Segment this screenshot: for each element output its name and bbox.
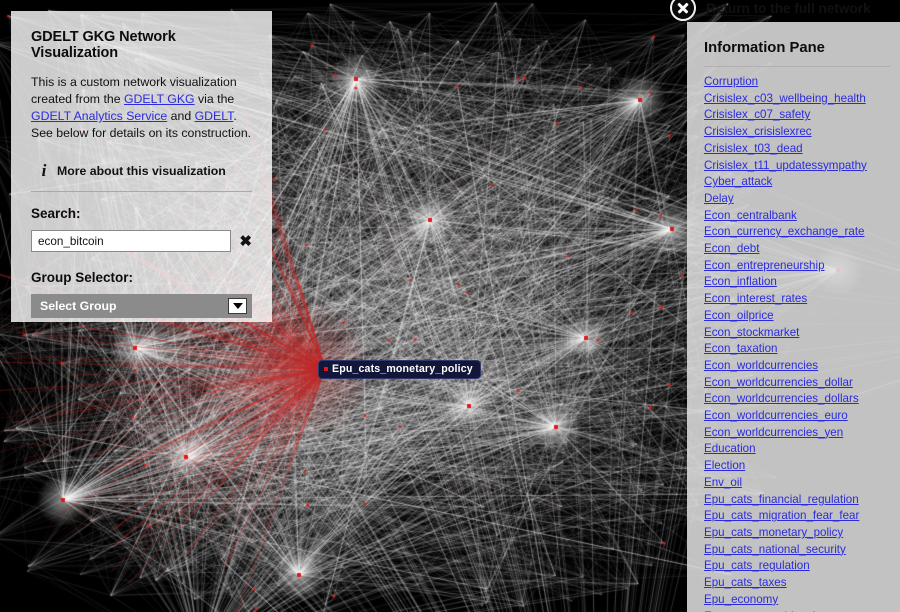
- info-pane-link[interactable]: Env_oil: [704, 476, 742, 489]
- list-item: Epu_cats_financial_regulation: [704, 491, 900, 508]
- group-selector-label: Group Selector:: [31, 270, 134, 285]
- list-item: Crisislex_c03_wellbeing_health: [704, 90, 900, 107]
- node-dot-icon: [324, 367, 328, 371]
- information-pane-list: Corruption Crisislex_c03_wellbeing_health…: [704, 73, 900, 612]
- close-circle-icon[interactable]: [670, 0, 696, 21]
- page-title: GDELT GKG Network Visualization: [31, 29, 176, 61]
- info-pane-link[interactable]: Epu_cats_national_security: [704, 543, 846, 556]
- info-pane-link[interactable]: Econ_interest_rates: [704, 292, 807, 305]
- info-pane-link[interactable]: Econ_inflation: [704, 275, 777, 288]
- list-item: Epu_economy_historic: [704, 608, 900, 612]
- info-icon: i: [41, 161, 47, 180]
- info-pane-link[interactable]: Econ_worldcurrencies_yen: [704, 426, 843, 439]
- search-input[interactable]: [31, 230, 232, 252]
- description-link-1[interactable]: GDELT GKG: [124, 92, 195, 106]
- info-pane-link[interactable]: Epu_cats_taxes: [704, 576, 787, 589]
- list-item: Delay: [704, 190, 900, 207]
- clear-search-icon[interactable]: ✖: [239, 234, 252, 249]
- info-pane-link[interactable]: Econ_worldcurrencies_euro: [704, 409, 848, 422]
- description-link-3[interactable]: GDELT Analytics Service: [31, 109, 167, 123]
- info-pane-link[interactable]: Delay: [704, 192, 734, 205]
- list-item: Econ_oilprice: [704, 307, 900, 324]
- list-item: Epu_cats_monetary_policy: [704, 524, 900, 541]
- selected-node-name: Epu_cats_monetary_policy: [332, 363, 473, 375]
- info-pane-link[interactable]: Econ_worldcurrencies: [704, 359, 818, 372]
- info-pane-link[interactable]: Epu_cats_monetary_policy: [704, 526, 843, 539]
- list-item: Econ_inflation: [704, 273, 900, 290]
- information-pane-divider: [704, 66, 890, 67]
- list-item: Econ_entrepreneurship: [704, 257, 900, 274]
- info-pane-link[interactable]: Econ_stockmarket: [704, 326, 799, 339]
- list-item: Env_oil: [704, 474, 900, 491]
- list-item: Econ_worldcurrencies_dollar: [704, 374, 900, 391]
- info-pane-link[interactable]: Corruption: [704, 75, 758, 88]
- list-item: Econ_interest_rates: [704, 290, 900, 307]
- info-pane-link[interactable]: Epu_cats_financial_regulation: [704, 493, 859, 506]
- more-about-label: More about this visualization: [57, 164, 226, 178]
- list-item: Epu_economy: [704, 591, 900, 608]
- information-pane: Information Pane Corruption Crisislex_c03…: [687, 22, 900, 612]
- network-visualization-app: Epu_cats_monetary_policy GDELT GKG Netwo…: [0, 0, 900, 612]
- return-to-full-network-button[interactable]: Return to the full network: [670, 0, 871, 21]
- list-item: Epu_cats_national_security: [704, 541, 900, 558]
- info-pane-link[interactable]: Crisislex_t03_dead: [704, 142, 803, 155]
- chevron-down-icon[interactable]: [228, 298, 247, 314]
- info-pane-link[interactable]: Epu_cats_regulation: [704, 559, 810, 572]
- group-selector-value: Select Group: [40, 299, 117, 313]
- more-about-link[interactable]: i More about this visualization: [31, 161, 252, 181]
- search-row: ✖: [31, 230, 252, 252]
- list-item: Econ_worldcurrencies: [704, 357, 900, 374]
- search-label: Search:: [31, 206, 81, 221]
- list-item: Election: [704, 457, 900, 474]
- info-pane-link[interactable]: Econ_taxation: [704, 342, 777, 355]
- info-pane-link[interactable]: Econ_oilprice: [704, 309, 774, 322]
- list-item: Epu_cats_taxes: [704, 574, 900, 591]
- info-pane-link[interactable]: Crisislex_crisislexrec: [704, 125, 812, 138]
- info-pane-link[interactable]: Epu_economy: [704, 593, 778, 606]
- control-panel: GDELT GKG Network Visualization This is …: [11, 11, 272, 322]
- info-pane-link[interactable]: Econ_worldcurrencies_dollar: [704, 376, 853, 389]
- info-pane-link[interactable]: Election: [704, 459, 745, 472]
- list-item: Education: [704, 440, 900, 457]
- information-pane-title: Information Pane: [704, 40, 825, 56]
- list-item: Epu_cats_regulation: [704, 557, 900, 574]
- list-item: Econ_worldcurrencies_euro: [704, 407, 900, 424]
- panel-description: This is a custom network visualization c…: [31, 75, 252, 140]
- info-pane-link[interactable]: Econ_debt: [704, 242, 759, 255]
- list-item: Econ_worldcurrencies_yen: [704, 424, 900, 441]
- group-selector-dropdown[interactable]: Select Group: [31, 294, 252, 318]
- list-item: Corruption: [704, 73, 900, 90]
- info-pane-link[interactable]: Econ_centralbank: [704, 209, 797, 222]
- list-item: Econ_debt: [704, 240, 900, 257]
- info-pane-link[interactable]: Econ_entrepreneurship: [704, 259, 825, 272]
- list-item: Cyber_attack: [704, 173, 900, 190]
- list-item: Econ_worldcurrencies_dollars: [704, 390, 900, 407]
- list-item: Econ_stockmarket: [704, 324, 900, 341]
- description-link-5[interactable]: GDELT: [195, 109, 234, 123]
- list-item: Econ_taxation: [704, 340, 900, 357]
- return-to-full-network-label: Return to the full network: [706, 1, 871, 16]
- list-item: Crisislex_crisislexrec: [704, 123, 900, 140]
- panel-divider: [31, 191, 252, 192]
- info-pane-link[interactable]: Crisislex_c03_wellbeing_health: [704, 92, 866, 105]
- info-pane-link[interactable]: Epu_cats_migration_fear_fear: [704, 509, 859, 522]
- list-item: Crisislex_t11_updatessympathy: [704, 157, 900, 174]
- info-pane-link[interactable]: Crisislex_t11_updatessympathy: [704, 159, 867, 172]
- selected-node-label-badge[interactable]: Epu_cats_monetary_policy: [318, 360, 481, 379]
- list-item: Crisislex_c07_safety: [704, 106, 900, 123]
- list-item: Econ_currency_exchange_rate: [704, 223, 900, 240]
- info-pane-link[interactable]: Education: [704, 442, 756, 455]
- info-pane-link[interactable]: Cyber_attack: [704, 175, 772, 188]
- list-item: Epu_cats_migration_fear_fear: [704, 507, 900, 524]
- list-item: Crisislex_t03_dead: [704, 140, 900, 157]
- list-item: Econ_centralbank: [704, 207, 900, 224]
- info-pane-link[interactable]: Econ_currency_exchange_rate: [704, 225, 864, 238]
- info-pane-link[interactable]: Crisislex_c07_safety: [704, 108, 810, 121]
- info-pane-link[interactable]: Econ_worldcurrencies_dollars: [704, 392, 859, 405]
